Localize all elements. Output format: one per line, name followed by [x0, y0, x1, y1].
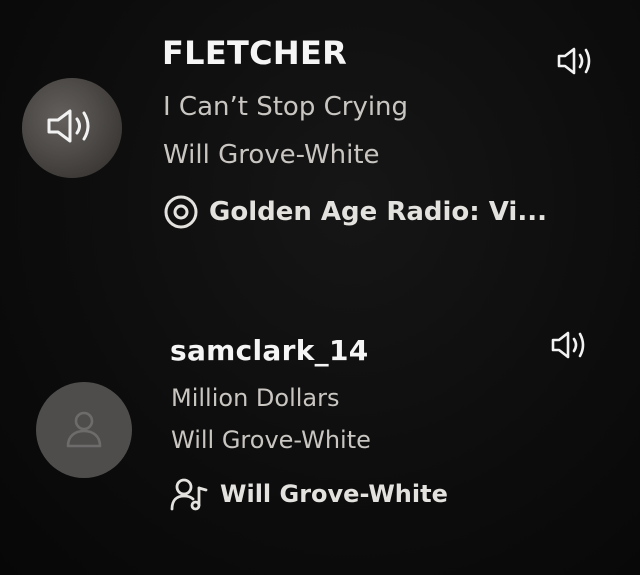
speaker-icon: [45, 106, 99, 150]
context-label: Golden Age Radio: Vi...: [209, 197, 547, 227]
speaker-icon: [556, 46, 596, 76]
friend-activity-panel: FLETCHER I Can’t Stop Crying Will Grove-…: [0, 0, 640, 575]
context-label: Will Grove-White: [220, 480, 448, 508]
artist-name[interactable]: Will Grove-White: [171, 426, 371, 454]
track-title[interactable]: Million Dollars: [171, 384, 339, 412]
track-title[interactable]: I Can’t Stop Crying: [163, 92, 408, 122]
friend-activity-item[interactable]: samclark_14 Million Dollars Will Grove-W…: [0, 320, 640, 530]
artist-icon: [170, 476, 210, 512]
default-user-icon: [62, 406, 106, 454]
radio-icon: [163, 194, 199, 230]
artist-name[interactable]: Will Grove-White: [163, 140, 380, 170]
friend-activity-item[interactable]: FLETCHER I Can’t Stop Crying Will Grove-…: [0, 20, 640, 250]
playing-context[interactable]: Golden Age Radio: Vi...: [163, 194, 547, 230]
friend-name[interactable]: FLETCHER: [162, 34, 347, 72]
friend-name[interactable]: samclark_14: [170, 334, 369, 367]
playing-context[interactable]: Will Grove-White: [170, 476, 448, 512]
avatar[interactable]: [22, 78, 122, 178]
avatar[interactable]: [36, 382, 132, 478]
speaker-icon: [550, 330, 590, 360]
